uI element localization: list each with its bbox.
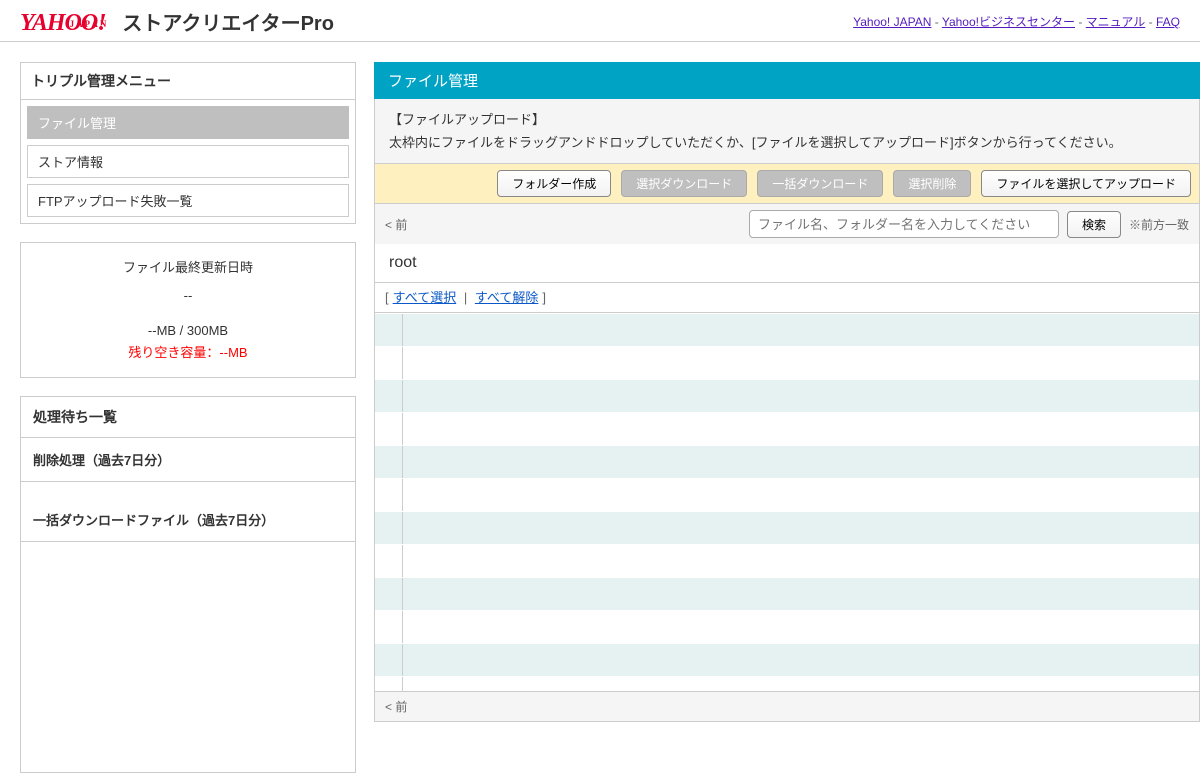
nav-link-manual[interactable]: マニュアル <box>1086 15 1146 29</box>
search-bar: < 前 検索 ※前方一致 <box>374 204 1200 244</box>
list-item[interactable] <box>375 412 1199 445</box>
main: ファイル管理 【ファイルアップロード】 太枠内にファイルをドラッグアンドドロップ… <box>374 62 1200 773</box>
create-folder-button[interactable]: フォルダー作成 <box>497 170 611 197</box>
nav-link-biz[interactable]: Yahoo!ビジネスセンター <box>942 15 1075 29</box>
row-handle <box>375 446 403 478</box>
product-name-jp: ストアクリエイター <box>122 13 300 35</box>
search-row: 検索 ※前方一致 <box>749 210 1189 238</box>
select-all-link[interactable]: すべて選択 <box>393 290 457 305</box>
row-handle <box>375 512 403 544</box>
sidebar-menu-panel: トリプル管理メニュー ファイル管理 ストア情報 FTPアップロード失敗一覧 <box>20 62 356 224</box>
nav-link-yj[interactable]: Yahoo! JAPAN <box>853 15 931 29</box>
upload-desc: 太枠内にファイルをドラッグアンドドロップしていただくか、[ファイルを選択してアッ… <box>389 132 1185 151</box>
sidebar-menu-title: トリプル管理メニュー <box>21 63 355 100</box>
toolbar: フォルダー作成 選択ダウンロード 一括ダウンロード 選択削除 ファイルを選択して… <box>374 164 1200 204</box>
select-links: [ すべて選択 | すべて解除] <box>374 283 1200 312</box>
sidebar-item-ftp-fail[interactable]: FTPアップロード失敗一覧 <box>27 184 349 217</box>
breadcrumb: root <box>374 244 1200 283</box>
nav-sep: - <box>931 15 941 29</box>
file-info-title: ファイル最終更新日時 <box>29 257 347 276</box>
nav-sep: - <box>1075 15 1086 29</box>
file-info-panel: ファイル最終更新日時 -- --MB / 300MB 残り空き容量：--MB <box>20 242 356 378</box>
file-info-remain: 残り空き容量：--MB <box>29 342 347 361</box>
select-none-link[interactable]: すべて解除 <box>475 290 539 305</box>
yahoo-japan-sub: JAPAN <box>70 19 109 29</box>
list-item[interactable] <box>375 643 1199 676</box>
download-bulk-button: 一括ダウンロード <box>757 170 883 197</box>
select-close: ] <box>542 290 546 305</box>
product-name: ストアクリエイターPro <box>122 7 334 36</box>
list-item[interactable] <box>375 313 1199 346</box>
select-open: [ <box>385 290 389 305</box>
queue-item-bulk-dl[interactable]: 一括ダウンロードファイル（過去7日分） <box>21 498 355 542</box>
back-link-top[interactable]: < 前 <box>385 216 407 233</box>
upload-info-box: 【ファイルアップロード】 太枠内にファイルをドラッグアンドドロップしていただくか… <box>374 99 1200 164</box>
sidebar-item-store-info[interactable]: ストア情報 <box>27 145 349 178</box>
file-info-updated: -- <box>29 288 347 303</box>
row-handle <box>375 677 403 692</box>
delete-selected-button: 選択削除 <box>893 170 971 197</box>
list-item[interactable] <box>375 610 1199 643</box>
back-link-bottom[interactable]: < 前 <box>385 700 407 714</box>
row-handle <box>375 578 403 610</box>
row-handle <box>375 545 403 577</box>
nav-sep: - <box>1145 15 1156 29</box>
row-handle <box>375 380 403 412</box>
nav-link-faq[interactable]: FAQ <box>1156 15 1180 29</box>
sidebar: トリプル管理メニュー ファイル管理 ストア情報 FTPアップロード失敗一覧 ファ… <box>20 62 356 773</box>
list-item[interactable] <box>375 478 1199 511</box>
main-title: ファイル管理 <box>374 62 1200 99</box>
search-hint: ※前方一致 <box>1129 216 1189 233</box>
list-item[interactable] <box>375 544 1199 577</box>
file-list[interactable] <box>374 312 1200 692</box>
row-handle <box>375 644 403 676</box>
row-handle <box>375 314 403 346</box>
queue-item-delete[interactable]: 削除処理（過去7日分） <box>21 438 355 482</box>
list-item[interactable] <box>375 379 1199 412</box>
search-button[interactable]: 検索 <box>1067 211 1121 238</box>
download-selected-button: 選択ダウンロード <box>621 170 747 197</box>
file-info-quota: --MB / 300MB <box>29 323 347 338</box>
list-item[interactable] <box>375 346 1199 379</box>
queue-item-delete-body <box>21 482 355 498</box>
list-item[interactable] <box>375 577 1199 610</box>
sidebar-item-file-manage[interactable]: ファイル管理 <box>27 106 349 139</box>
top-nav: Yahoo! JAPAN - Yahoo!ビジネスセンター - マニュアル - … <box>853 13 1180 30</box>
list-item[interactable] <box>375 511 1199 544</box>
upload-file-button[interactable]: ファイルを選択してアップロード <box>981 170 1191 197</box>
queue-item-bulk-dl-body <box>21 542 355 772</box>
header: YAHOO! JAPAN ストアクリエイターPro Yahoo! JAPAN -… <box>0 0 1200 42</box>
row-handle <box>375 479 403 511</box>
search-input[interactable] <box>749 210 1059 238</box>
row-handle <box>375 347 403 379</box>
row-handle <box>375 413 403 445</box>
bottom-bar: < 前 <box>374 692 1200 722</box>
list-item[interactable] <box>375 676 1199 692</box>
queue-panel: 処理待ち一覧 削除処理（過去7日分） 一括ダウンロードファイル（過去7日分） <box>20 396 356 773</box>
row-handle <box>375 611 403 643</box>
queue-title: 処理待ち一覧 <box>21 397 355 438</box>
select-sep: | <box>460 290 471 305</box>
list-item[interactable] <box>375 445 1199 478</box>
upload-heading: 【ファイルアップロード】 <box>389 109 1185 128</box>
sidebar-menu-list: ファイル管理 ストア情報 FTPアップロード失敗一覧 <box>21 100 355 223</box>
product-name-pro: Pro <box>301 13 334 35</box>
logo: YAHOO! JAPAN ストアクリエイターPro <box>20 7 334 37</box>
